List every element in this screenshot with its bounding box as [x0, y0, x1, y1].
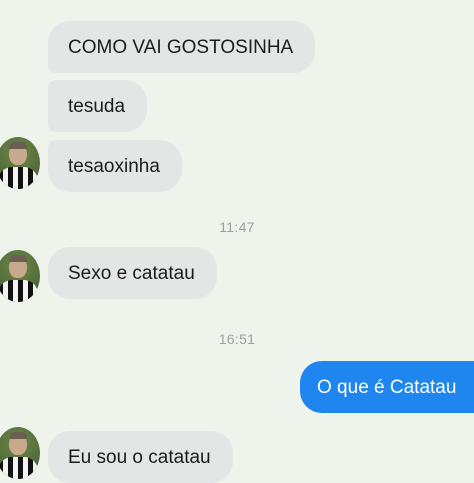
message-text: O que é Catatau: [317, 377, 457, 398]
incoming-message[interactable]: Sexo e catatau: [48, 247, 217, 299]
incoming-message[interactable]: tesuda: [48, 80, 148, 132]
message-text: Sexo e catatau: [68, 263, 195, 284]
outgoing-message[interactable]: O que é Catatau: [300, 361, 474, 413]
incoming-message[interactable]: COMO VAI GOSTOSINHA: [48, 21, 316, 73]
message-text: tesuda: [68, 96, 126, 117]
message-text: tesaoxinha: [68, 156, 160, 177]
message-text: Eu sou o catatau: [68, 447, 211, 468]
incoming-message[interactable]: Eu sou o catatau: [48, 431, 233, 483]
message-timestamp: 16:51: [218, 331, 256, 347]
contact-avatar[interactable]: [0, 427, 40, 479]
contact-avatar[interactable]: [0, 137, 40, 189]
message-text: COMO VAI GOSTOSINHA: [68, 37, 294, 58]
message-timestamp: 11:47: [219, 219, 255, 235]
contact-avatar[interactable]: [0, 250, 40, 302]
incoming-message[interactable]: tesaoxinha: [48, 140, 182, 192]
